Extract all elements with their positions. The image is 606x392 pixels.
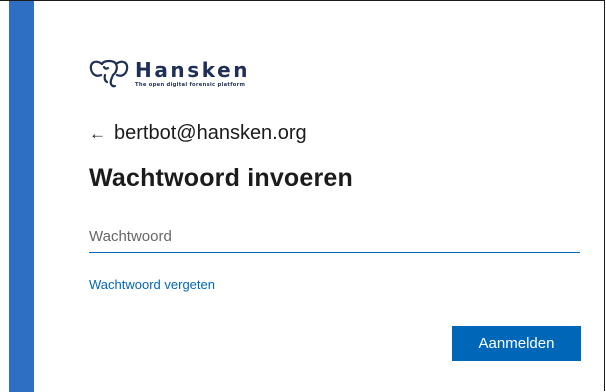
logo-wordmark: Hansken The open digital forensic platfo… [135,59,250,88]
elephant-icon [89,59,129,88]
brand-tagline: The open digital forensic platform [135,81,246,88]
signin-panel: Hansken The open digital forensic platfo… [89,52,583,361]
sign-in-button[interactable]: Aanmelden [452,326,581,361]
back-to-account-button[interactable]: ← bertbot@hansken.org [89,122,307,145]
brand-name: Hansken [135,57,251,82]
forgot-password-link[interactable]: Wachtwoord vergeten [89,277,215,292]
page-title: Wachtwoord invoeren [89,164,354,192]
hansken-logo: Hansken The open digital forensic platfo… [89,52,583,94]
account-email: bertbot@hansken.org [114,122,307,144]
password-input[interactable] [89,220,580,253]
arrow-left-icon: ← [89,123,106,143]
